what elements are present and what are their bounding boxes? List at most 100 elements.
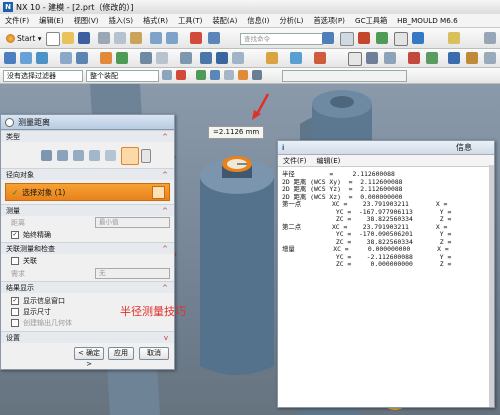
analysis-icon[interactable] bbox=[290, 52, 302, 64]
render-icon[interactable] bbox=[426, 52, 438, 64]
info-menu-file[interactable]: 文件(F) bbox=[278, 156, 312, 166]
snap-mid-icon[interactable] bbox=[224, 70, 234, 80]
layout-icon[interactable] bbox=[208, 32, 220, 44]
projected-distance-icon[interactable] bbox=[57, 150, 68, 161]
move-icon[interactable] bbox=[314, 52, 326, 64]
blend-icon[interactable] bbox=[100, 52, 112, 64]
save-icon[interactable] bbox=[78, 32, 90, 44]
show-info-window-checkbox[interactable]: ✓ bbox=[11, 297, 19, 305]
select-object-label: 选择对象 (1) bbox=[22, 187, 66, 197]
menu-insert[interactable]: 插入(S) bbox=[104, 16, 139, 26]
unite-icon[interactable] bbox=[216, 52, 228, 64]
assembly-scope-select[interactable]: 整个装配 bbox=[86, 70, 159, 82]
cancel-button[interactable]: 取消 bbox=[139, 347, 169, 360]
undo-icon[interactable] bbox=[150, 32, 162, 44]
mirror-icon[interactable] bbox=[156, 52, 168, 64]
open-folder-icon[interactable] bbox=[62, 32, 74, 44]
settings-section-header[interactable]: 设置 v bbox=[1, 331, 174, 343]
snap-field[interactable] bbox=[282, 70, 407, 82]
requirement-select[interactable]: 无 bbox=[95, 268, 170, 279]
info-scrollbar[interactable] bbox=[489, 165, 494, 407]
filter-icon[interactable] bbox=[162, 70, 172, 80]
menu-tools[interactable]: 工具(T) bbox=[173, 16, 207, 26]
measure-section-header[interactable]: 测量 ^ bbox=[1, 204, 174, 216]
hole-icon[interactable] bbox=[60, 52, 72, 64]
snap-center-icon[interactable] bbox=[238, 70, 248, 80]
cut-icon[interactable] bbox=[98, 32, 110, 44]
menu-preferences[interactable]: 首选项(P) bbox=[308, 16, 350, 26]
selection-filter-select[interactable]: 没有选择过滤器 bbox=[3, 70, 83, 82]
radius-object-section-header[interactable]: 径向对象 ^ bbox=[1, 168, 174, 180]
associate-section-header[interactable]: 关联测量和检查 ^ bbox=[1, 242, 174, 254]
paste-icon[interactable] bbox=[130, 32, 142, 44]
revolve-icon[interactable] bbox=[36, 52, 48, 64]
associative-checkbox[interactable] bbox=[11, 257, 19, 265]
settings-gear-icon[interactable] bbox=[5, 117, 14, 127]
show-icon[interactable] bbox=[384, 52, 396, 64]
menu-hb-mould[interactable]: HB_MOULD M6.6 bbox=[392, 16, 463, 25]
extrude-icon[interactable] bbox=[20, 52, 32, 64]
new-file-icon[interactable] bbox=[46, 32, 60, 46]
snap-quadrant-icon[interactable] bbox=[252, 70, 262, 80]
shell-icon[interactable] bbox=[140, 52, 152, 64]
exact-checkbox[interactable]: ✓ bbox=[11, 231, 19, 239]
select-all-icon[interactable] bbox=[176, 70, 186, 80]
radius-type-button-icon[interactable] bbox=[121, 147, 139, 165]
window-icon[interactable] bbox=[190, 32, 202, 44]
color-icon[interactable] bbox=[448, 32, 460, 44]
menu-view[interactable]: 视图(V) bbox=[69, 16, 104, 26]
result-section-header[interactable]: 结果显示 ^ bbox=[1, 281, 174, 293]
info-title-bar[interactable]: i 信息 bbox=[278, 141, 494, 155]
ok-button[interactable]: < 确定 > bbox=[74, 347, 104, 368]
distance-select[interactable]: 最小值 bbox=[95, 217, 170, 228]
menu-file[interactable]: 文件(F) bbox=[0, 16, 34, 26]
start-button[interactable]: Start ▾ bbox=[3, 32, 44, 44]
associative-label: 关联 bbox=[23, 257, 37, 265]
layer-icon[interactable] bbox=[348, 52, 362, 66]
dialog-title-bar[interactable]: 测量距离 bbox=[1, 115, 174, 130]
zoom-icon[interactable] bbox=[412, 32, 424, 44]
info-icon: i bbox=[282, 143, 285, 152]
snap-end-icon[interactable] bbox=[210, 70, 220, 80]
pattern-icon[interactable] bbox=[180, 52, 192, 64]
chamfer-icon[interactable] bbox=[116, 52, 128, 64]
mould-icon[interactable] bbox=[448, 52, 460, 64]
menu-information[interactable]: 信息(I) bbox=[242, 16, 274, 26]
boss-icon[interactable] bbox=[76, 52, 88, 64]
tools-icon[interactable] bbox=[466, 52, 478, 64]
menu-edit[interactable]: 编辑(E) bbox=[34, 16, 69, 26]
hide-icon[interactable] bbox=[366, 52, 378, 64]
create-output-checkbox[interactable] bbox=[11, 319, 19, 327]
diameter-icon[interactable] bbox=[105, 150, 116, 161]
command-search-input[interactable]: 查找命令 bbox=[240, 33, 323, 45]
orient-icon[interactable] bbox=[408, 52, 420, 64]
search-icon[interactable] bbox=[322, 32, 334, 44]
distance-type-icon[interactable] bbox=[41, 150, 52, 161]
subtract-icon[interactable] bbox=[232, 52, 244, 64]
info-menu-edit[interactable]: 编辑(E) bbox=[312, 156, 346, 166]
grid-icon[interactable] bbox=[340, 32, 354, 46]
screen-distance-icon[interactable] bbox=[73, 150, 84, 161]
type-dropdown-icon[interactable] bbox=[141, 149, 151, 163]
more-icon[interactable] bbox=[484, 52, 496, 64]
menu-format[interactable]: 格式(R) bbox=[138, 16, 173, 26]
apply-button[interactable]: 应用 bbox=[108, 347, 134, 360]
trim-icon[interactable] bbox=[200, 52, 212, 64]
view-icon[interactable] bbox=[376, 32, 388, 44]
expand-icon[interactable] bbox=[484, 32, 496, 44]
shade-icon[interactable] bbox=[358, 32, 370, 44]
wireframe-icon[interactable] bbox=[394, 32, 408, 46]
menu-analysis[interactable]: 分析(L) bbox=[274, 16, 308, 26]
measure-icon[interactable] bbox=[266, 52, 278, 64]
menu-assembly[interactable]: 装配(A) bbox=[207, 16, 242, 26]
length-icon[interactable] bbox=[89, 150, 100, 161]
select-object-field[interactable]: ✓ 选择对象 (1) bbox=[5, 183, 170, 201]
sketch-icon[interactable] bbox=[4, 52, 16, 64]
snap-point-icon[interactable] bbox=[196, 70, 206, 80]
menu-gc-toolbox[interactable]: GC工具箱 bbox=[350, 16, 392, 26]
redo-icon[interactable] bbox=[166, 32, 178, 44]
show-dimension-checkbox[interactable] bbox=[11, 308, 19, 316]
crosshair-icon[interactable] bbox=[152, 186, 165, 199]
type-section-header[interactable]: 类型 ^ bbox=[1, 130, 174, 142]
copy-icon[interactable] bbox=[114, 32, 126, 44]
